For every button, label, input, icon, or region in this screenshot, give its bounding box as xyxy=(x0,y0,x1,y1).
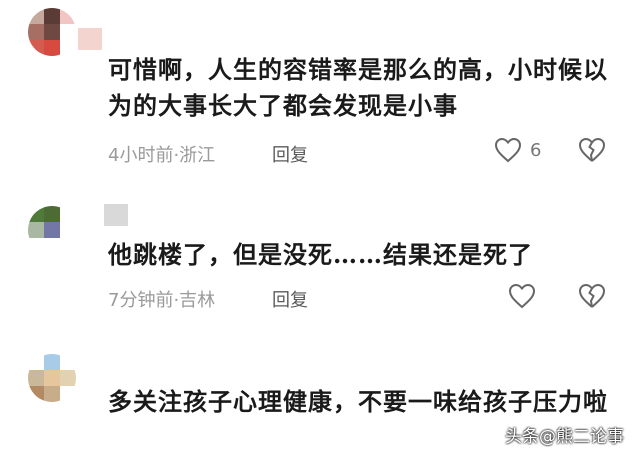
heart-icon xyxy=(494,137,522,163)
comment-text: 可惜啊，人生的容错率是那么的高，小时候以为的大事长大了都会发现是小事 xyxy=(108,55,608,120)
dislike-button[interactable] xyxy=(578,137,606,167)
avatar[interactable] xyxy=(28,8,76,56)
comment-meta: 7分钟前·吉林 xyxy=(108,290,216,311)
username-mosaic[interactable] xyxy=(78,28,102,50)
reply-button[interactable]: 回复 xyxy=(272,141,308,167)
comment-list: 可惜啊，人生的容错率是那么的高，小时候以为的大事长大了都会发现是小事 4小时前·… xyxy=(0,0,640,455)
avatar[interactable] xyxy=(28,354,76,402)
comment-text: 他跳楼了，但是没死……结果还是死了 xyxy=(108,240,533,269)
like-button[interactable] xyxy=(508,283,536,309)
heart-icon xyxy=(508,283,536,309)
watermark: 头条@熊二论事 xyxy=(505,427,624,447)
dislike-button[interactable] xyxy=(578,283,606,313)
comment-meta: 4小时前·浙江 xyxy=(108,145,216,166)
like-count: 6 xyxy=(530,139,542,161)
reply-button[interactable]: 回复 xyxy=(272,286,308,312)
like-button[interactable]: 6 xyxy=(494,137,541,163)
avatar[interactable] xyxy=(28,206,76,254)
broken-heart-icon xyxy=(578,283,606,308)
comment-text: 多关注孩子心理健康，不要一味给孩子压力啦 xyxy=(108,387,608,416)
broken-heart-icon xyxy=(578,137,606,162)
username-mosaic[interactable] xyxy=(104,204,128,226)
